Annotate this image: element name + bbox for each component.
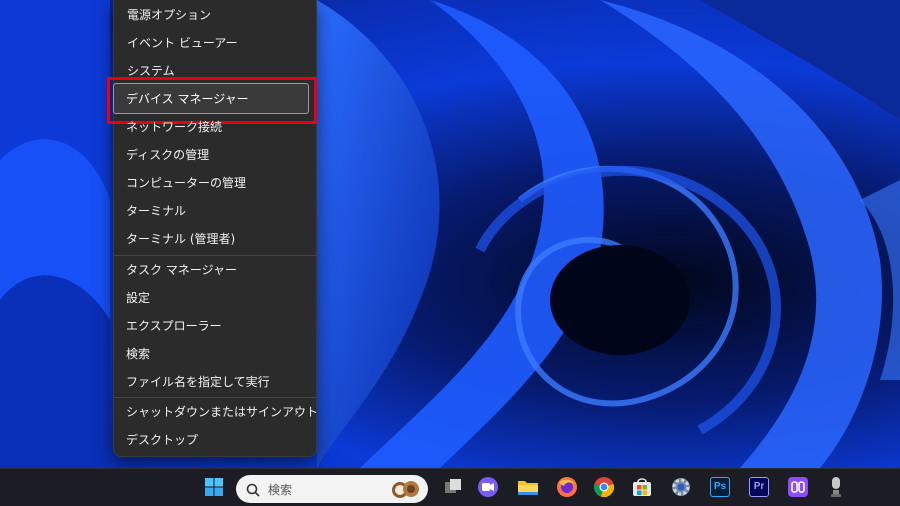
copilot-icon[interactable] bbox=[786, 475, 810, 499]
search-placeholder: 検索 bbox=[268, 483, 293, 497]
red-highlight-annotation bbox=[107, 77, 317, 124]
menu-item-label: イベント ビューアー bbox=[127, 36, 238, 50]
search-icon bbox=[246, 482, 260, 501]
search-highlight-coconut-icon[interactable] bbox=[388, 478, 422, 504]
task-view-icon[interactable] bbox=[441, 475, 465, 499]
menu-item-label: システム bbox=[127, 64, 175, 78]
windows-start-icon[interactable] bbox=[202, 475, 226, 499]
menu-item-label: 電源オプション bbox=[127, 8, 212, 22]
microsoft-store-icon[interactable] bbox=[630, 475, 654, 499]
photoshop-label: Ps bbox=[710, 477, 730, 497]
premiere-icon[interactable]: Pr bbox=[747, 475, 771, 499]
video-chat-icon[interactable] bbox=[476, 475, 500, 499]
photoshop-icon[interactable]: Ps bbox=[708, 475, 732, 499]
menu-item-power-options[interactable]: 電源オプション bbox=[118, 2, 314, 28]
premiere-label: Pr bbox=[749, 477, 769, 497]
firefox-icon[interactable] bbox=[555, 475, 579, 499]
winx-context-menu: 電源オプション イベント ビューアー システム bbox=[113, 0, 317, 457]
microphone-app-icon[interactable] bbox=[824, 475, 848, 499]
chrome-icon[interactable] bbox=[592, 475, 616, 499]
menu-item-event-viewer[interactable]: イベント ビューアー bbox=[118, 30, 314, 56]
settings-icon[interactable] bbox=[669, 475, 693, 499]
file-explorer-icon[interactable] bbox=[516, 475, 540, 499]
